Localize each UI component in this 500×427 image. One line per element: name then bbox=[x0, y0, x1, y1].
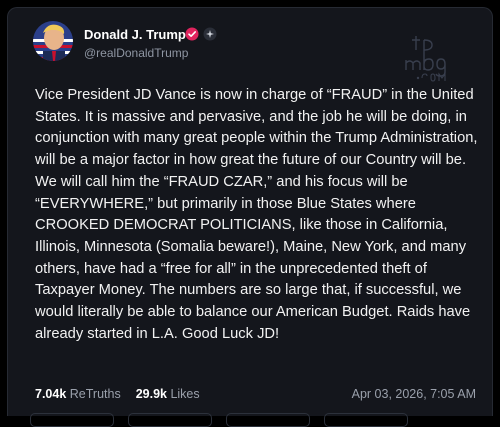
post-timestamp[interactable]: Apr 03, 2026, 7:05 AM bbox=[352, 387, 476, 401]
like-button[interactable] bbox=[226, 413, 310, 427]
author-handle[interactable]: @realDonaldTrump bbox=[84, 46, 188, 60]
post-stats: 7.04k ReTruths 29.9k Likes bbox=[35, 387, 200, 401]
action-bar bbox=[30, 413, 470, 427]
reply-button[interactable] bbox=[30, 413, 114, 427]
post-card: Donald J. Trump @realDonaldTrump Vice Pr… bbox=[7, 7, 493, 427]
verified-badge-icon bbox=[185, 27, 199, 41]
likes-label[interactable]: Likes bbox=[170, 387, 199, 401]
retruth-button[interactable] bbox=[128, 413, 212, 427]
likes-count[interactable]: 29.9k bbox=[136, 387, 167, 401]
post-text: Vice President JD Vance is now in charge… bbox=[35, 87, 478, 342]
share-button[interactable] bbox=[324, 413, 408, 427]
watermark-logo bbox=[398, 26, 458, 86]
sparkle-icon bbox=[203, 27, 217, 41]
retruths-label[interactable]: ReTruths bbox=[70, 387, 121, 401]
avatar-image bbox=[33, 21, 73, 61]
avatar[interactable] bbox=[33, 21, 73, 61]
retruths-count[interactable]: 7.04k bbox=[35, 387, 66, 401]
author-name[interactable]: Donald J. Trump bbox=[84, 27, 186, 42]
